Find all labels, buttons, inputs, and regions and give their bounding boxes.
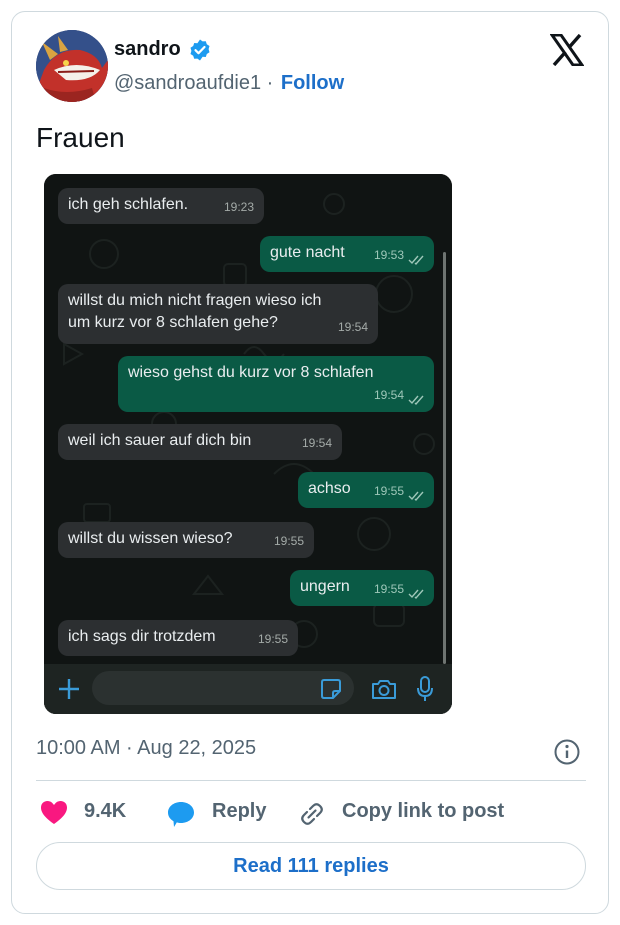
heart-icon bbox=[41, 801, 67, 824]
chat-message: achso 19:55 bbox=[298, 472, 434, 508]
sticker-icon[interactable] bbox=[320, 678, 342, 700]
info-icon[interactable] bbox=[553, 738, 581, 766]
chat-message: wieso gehst du kurz vor 8 schlafen 19:54 bbox=[118, 356, 434, 412]
message-text: ich sags dir trotzdem bbox=[68, 628, 216, 645]
attached-chat-screenshot[interactable]: ich geh schlafen. 19:23 gute nacht 19:53… bbox=[44, 174, 452, 714]
x-logo-icon[interactable] bbox=[550, 34, 584, 66]
author-avatar[interactable] bbox=[36, 30, 108, 102]
message-text: achso bbox=[308, 480, 351, 497]
speech-bubble-icon bbox=[168, 802, 194, 827]
reply-button[interactable]: Reply bbox=[166, 796, 276, 830]
chat-message: weil ich sauer auf dich bin 19:54 bbox=[58, 424, 342, 460]
message-time: 19:53 bbox=[373, 248, 404, 262]
copy-link-label: Copy link to post bbox=[342, 800, 505, 822]
message-time: 19:55 bbox=[273, 534, 304, 548]
chat-message: ungern 19:55 bbox=[290, 570, 434, 606]
author-handle[interactable]: @sandroaufdie1 bbox=[114, 72, 261, 94]
message-text: ungern bbox=[300, 578, 350, 595]
chat-message: gute nacht 19:53 bbox=[260, 236, 434, 272]
message-text: willst du wissen wieso? bbox=[68, 530, 233, 547]
microphone-icon[interactable] bbox=[416, 675, 434, 703]
message-text: willst du mich nicht fragen wieso ich um… bbox=[68, 292, 322, 331]
double-check-icon bbox=[408, 491, 424, 502]
follow-link[interactable]: Follow bbox=[281, 72, 344, 94]
message-time: 19:23 bbox=[223, 200, 254, 214]
camera-icon[interactable] bbox=[371, 677, 397, 701]
message-time: 19:55 bbox=[373, 484, 404, 498]
plus-icon[interactable] bbox=[57, 677, 81, 701]
verified-badge-icon bbox=[190, 39, 210, 61]
double-check-icon bbox=[408, 589, 424, 600]
chat-message: willst du wissen wieso? 19:55 bbox=[58, 522, 314, 558]
message-time: 19:54 bbox=[301, 436, 332, 450]
message-text: wieso gehst du kurz vor 8 schlafen bbox=[128, 364, 374, 381]
message-input[interactable] bbox=[92, 671, 354, 705]
avatar-dragon-image bbox=[36, 30, 108, 102]
link-icon bbox=[301, 803, 323, 825]
like-count: 9.4K bbox=[84, 800, 127, 822]
like-button[interactable]: 9.4K bbox=[40, 796, 140, 830]
message-time: 19:55 bbox=[257, 632, 288, 646]
message-text: weil ich sauer auf dich bin bbox=[68, 432, 252, 449]
message-time: 19:54 bbox=[337, 320, 368, 334]
chat-message: ich sags dir trotzdem 19:55 bbox=[58, 620, 298, 656]
read-replies-button[interactable]: Read 111 replies bbox=[36, 842, 586, 890]
message-time: 19:55 bbox=[373, 582, 404, 596]
divider bbox=[36, 780, 586, 781]
double-check-icon bbox=[408, 395, 424, 406]
post-text: Frauen bbox=[36, 122, 125, 153]
embedded-post-card: sandro @sandroaufdie1 · Follow Frauen ic… bbox=[11, 11, 609, 914]
handle-separator: · bbox=[266, 72, 274, 94]
copy-link-button[interactable]: Copy link to post bbox=[298, 796, 518, 830]
double-check-icon bbox=[408, 255, 424, 266]
post-timestamp[interactable]: 10:00 AM · Aug 22, 2025 bbox=[36, 737, 256, 760]
chat-scrollbar[interactable] bbox=[443, 252, 446, 664]
author-handle-row: @sandroaufdie1 · Follow bbox=[114, 72, 344, 95]
chat-message: ich geh schlafen. 19:23 bbox=[58, 188, 264, 224]
chat-message: willst du mich nicht fragen wieso ich um… bbox=[58, 284, 378, 344]
chat-composer-bar bbox=[44, 664, 452, 714]
message-time: 19:54 bbox=[373, 388, 404, 402]
reply-label: Reply bbox=[212, 800, 267, 822]
author-name[interactable]: sandro bbox=[114, 38, 181, 61]
